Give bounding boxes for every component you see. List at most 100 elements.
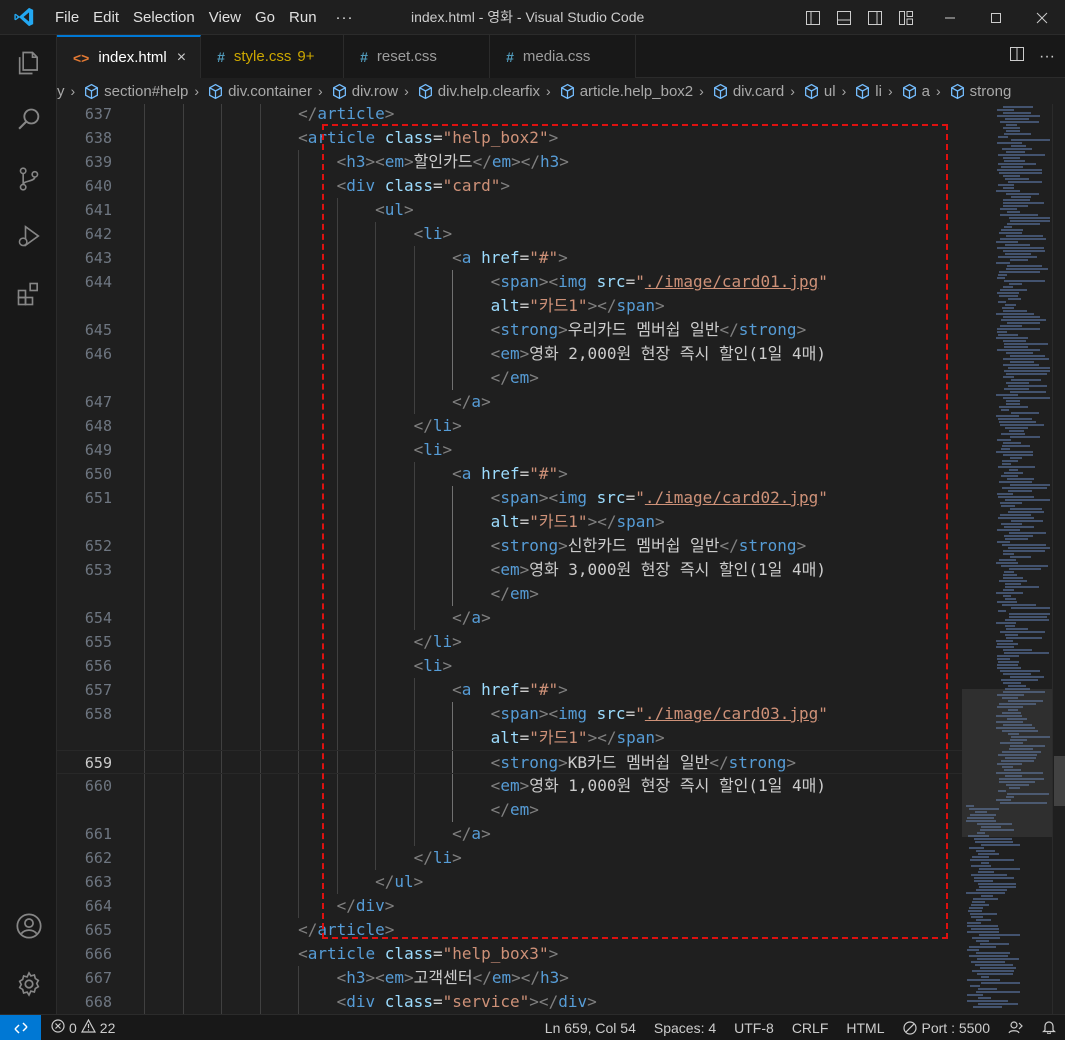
code-line[interactable]: 646 <em>영화 2,000원 현장 즉시 할인(1일 4매) [57,342,962,366]
code-line[interactable]: 648 </li> [57,414,962,438]
account-icon[interactable] [0,902,57,950]
problems-status[interactable]: 0 22 [51,1018,115,1036]
cursor-position[interactable]: Ln 659, Col 54 [536,1020,645,1036]
tab-index-html[interactable]: <> index.html × [57,35,202,78]
menu-view[interactable]: View [202,0,248,35]
notifications-bell-icon[interactable] [1033,1019,1065,1037]
indentation[interactable]: Spaces: 4 [645,1020,725,1036]
code-line[interactable]: 662 </li> [57,846,962,870]
breadcrumb-item[interactable]: article.help_box2 [557,83,693,100]
token-eq: = [519,248,530,267]
breadcrumb-item[interactable]: div.card [710,83,784,100]
breadcrumb-item[interactable]: section#help [81,83,188,100]
more-actions-icon[interactable]: ··· [1039,48,1055,66]
code-line[interactable]: 650 <a href="#"> [57,462,962,486]
toggle-panel-icon[interactable] [828,0,859,35]
breadcrumb-item[interactable]: div.container [205,83,312,100]
menu-run[interactable]: Run [282,0,324,35]
code-line[interactable]: 651 <span><img src="./image/card02.jpg" [57,486,962,510]
file-encoding[interactable]: UTF-8 [725,1020,783,1036]
tab-reset-css[interactable]: # reset.css [344,35,491,78]
language-mode[interactable]: HTML [837,1020,893,1036]
code-line[interactable]: 663 </ul> [57,870,962,894]
extensions-icon[interactable] [0,270,57,318]
breadcrumb-item[interactable]: strong [947,83,1011,100]
token-tag: li [423,440,443,459]
code-line[interactable]: alt="카드1"></span> [57,510,962,534]
code-line[interactable]: 661 </a> [57,822,962,846]
breadcrumb-item[interactable]: div.help.clearfix [415,83,540,100]
code-line[interactable]: 637 </article> [57,104,962,126]
live-server-status[interactable]: Port : 5500 [894,1020,1000,1036]
code-line[interactable]: alt="카드1"></span> [57,294,962,318]
code-line[interactable]: 639 <h3><em>할인카드</em></h3> [57,150,962,174]
vertical-scrollbar[interactable] [1052,104,1065,1014]
search-icon[interactable] [0,96,57,144]
code-line[interactable]: 653 <em>영화 3,000원 현장 즉시 할인(1일 4매) [57,558,962,582]
code-line[interactable]: 659 <strong>KB카드 멤버쉽 일반</strong> [57,750,962,774]
code-line[interactable]: </em> [57,582,962,606]
code-line[interactable]: 666 <article class="help_box3"> [57,942,962,966]
close-window-icon[interactable] [1019,0,1065,35]
menu-edit[interactable]: Edit [86,0,126,35]
code-line[interactable]: 644 <span><img src="./image/card01.jpg" [57,270,962,294]
code-editor[interactable]: 637 </article> 638 <article class="help_box… [57,104,962,1014]
code-line[interactable]: 641 <ul> [57,198,962,222]
accounts-feedback-icon[interactable] [999,1020,1033,1037]
minimap-line [999,406,1028,408]
code-line[interactable]: 640 <div class="card"> [57,174,962,198]
code-line[interactable]: 657 <a href="#"> [57,678,962,702]
remote-window-icon[interactable] [0,1014,41,1040]
explorer-icon[interactable] [0,39,57,87]
run-debug-icon[interactable] [0,212,57,260]
tab-media-css[interactable]: # media.css [490,35,637,78]
breadcrumb-item[interactable]: li [852,83,882,100]
scrollbar-thumb[interactable] [1054,756,1065,806]
code-line[interactable]: 654 </a> [57,606,962,630]
code-line[interactable]: 664 </div> [57,894,962,918]
code-line[interactable]: 647 </a> [57,390,962,414]
token-tag: a [461,464,472,483]
code-line[interactable]: 643 <a href="#"> [57,246,962,270]
menu-go[interactable]: Go [248,0,282,35]
code-line[interactable]: 638 <article class="help_box2"> [57,126,962,150]
tab-style-css[interactable]: # style.css 9+ [201,35,345,78]
settings-gear-icon[interactable] [0,960,57,1008]
code-line[interactable]: 668 <div class="service"></div> [57,990,962,1014]
menu-file[interactable]: File [48,0,86,35]
menu-more-button[interactable]: ··· [324,9,366,26]
close-tab-icon[interactable]: × [177,49,186,67]
toggle-primary-sidebar-icon[interactable] [797,0,828,35]
source-control-icon[interactable] [0,155,57,203]
maximize-icon[interactable] [973,0,1019,35]
code-line[interactable]: </em> [57,366,962,390]
code-line[interactable]: 645 <strong>우리카드 멤버쉽 일반</strong> [57,318,962,342]
minimap-slider[interactable] [962,689,1052,837]
code-line[interactable]: </em> [57,798,962,822]
customize-layout-icon[interactable] [890,0,921,35]
code-line[interactable]: 658 <span><img src="./image/card03.jpg" [57,702,962,726]
breadcrumb-item[interactable]: div.row [329,83,398,100]
breadcrumb-item[interactable]: ul [801,83,836,100]
code-line[interactable]: 667 <h3><em>고객센터</em></h3> [57,966,962,990]
code-line[interactable]: alt="카드1"></span> [57,726,962,750]
menu-selection[interactable]: Selection [126,0,202,35]
breadcrumb-item[interactable]: a [899,83,930,100]
code-line[interactable]: 649 <li> [57,438,962,462]
code-line[interactable]: 652 <strong>신한카드 멤버쉽 일반</strong> [57,534,962,558]
minimap-line [1005,634,1018,636]
code-line[interactable]: 660 <em>영화 1,000원 현장 즉시 할인(1일 4매) [57,774,962,798]
token-attr: alt [490,728,520,747]
code-line[interactable]: 642 <li> [57,222,962,246]
minimize-icon[interactable] [927,0,973,35]
code-line[interactable]: 656 <li> [57,654,962,678]
code-line[interactable]: 665 </article> [57,918,962,942]
line-number: 637 [84,105,112,123]
end-of-line[interactable]: CRLF [783,1020,838,1036]
token-punc: < [490,488,501,507]
split-editor-icon[interactable] [1009,46,1025,67]
toggle-secondary-sidebar-icon[interactable] [859,0,890,35]
minimap[interactable] [962,104,1052,1014]
code-line[interactable]: 655 </li> [57,630,962,654]
code-text: <em>영화 3,000원 현장 즉시 할인(1일 4매) [491,558,826,582]
